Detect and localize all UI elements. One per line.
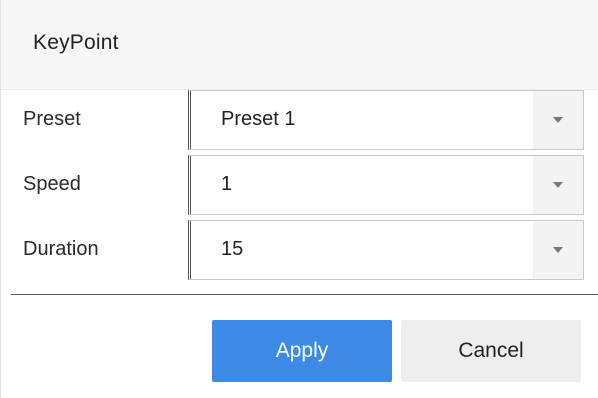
preset-select-value: Preset 1 bbox=[221, 108, 296, 130]
duration-label: Duration bbox=[23, 238, 99, 260]
duration-select[interactable]: 15 bbox=[188, 220, 584, 280]
speed-select-value: 1 bbox=[221, 173, 233, 195]
chevron-down-icon[interactable] bbox=[533, 221, 583, 279]
preset-label: Preset bbox=[23, 108, 81, 130]
speed-row: Speed 1 bbox=[1, 155, 598, 215]
cancel-button[interactable]: Cancel bbox=[401, 320, 581, 382]
preset-select[interactable]: Preset 1 bbox=[188, 90, 584, 150]
apply-button[interactable]: Apply bbox=[212, 320, 392, 382]
duration-row: Duration 15 bbox=[1, 220, 598, 280]
dialog-title: KeyPoint bbox=[33, 31, 119, 54]
duration-select-value: 15 bbox=[221, 238, 244, 260]
chevron-down-icon[interactable] bbox=[533, 156, 583, 214]
keypoint-dialog: KeyPoint Preset Preset 1 Speed 1 Duratio… bbox=[0, 0, 598, 398]
speed-select[interactable]: 1 bbox=[188, 155, 584, 215]
dialog-header: KeyPoint bbox=[1, 0, 598, 90]
speed-label: Speed bbox=[23, 173, 81, 195]
chevron-down-icon[interactable] bbox=[533, 91, 583, 149]
divider bbox=[11, 294, 598, 295]
preset-row: Preset Preset 1 bbox=[1, 90, 598, 150]
